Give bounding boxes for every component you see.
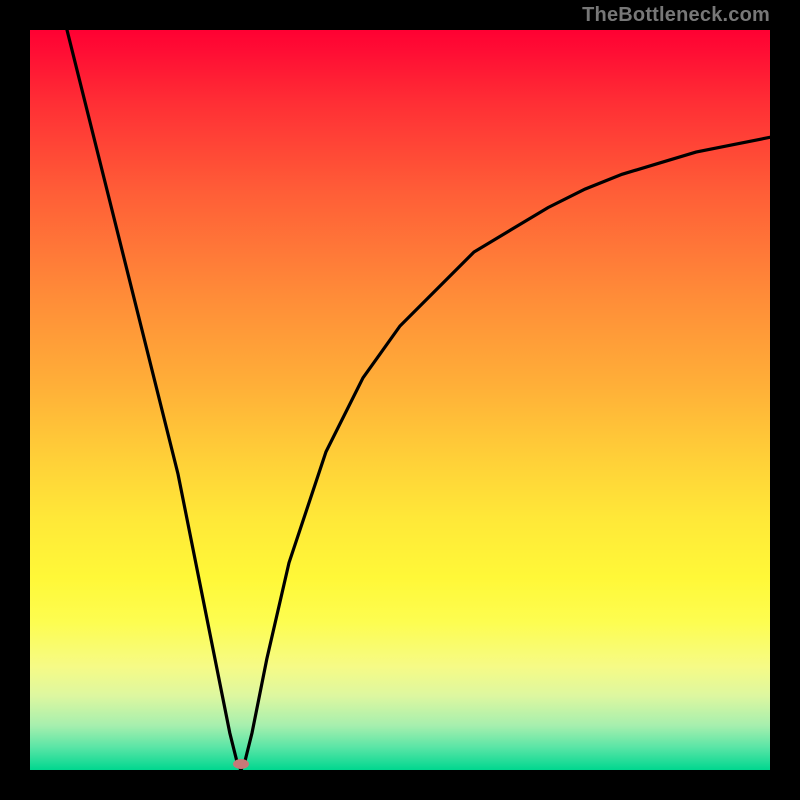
bottleneck-curve (30, 30, 770, 770)
optimum-marker (233, 759, 249, 769)
chart-canvas: TheBottleneck.com (0, 0, 800, 800)
watermark-label: TheBottleneck.com (582, 4, 770, 27)
plot-area (30, 30, 770, 770)
